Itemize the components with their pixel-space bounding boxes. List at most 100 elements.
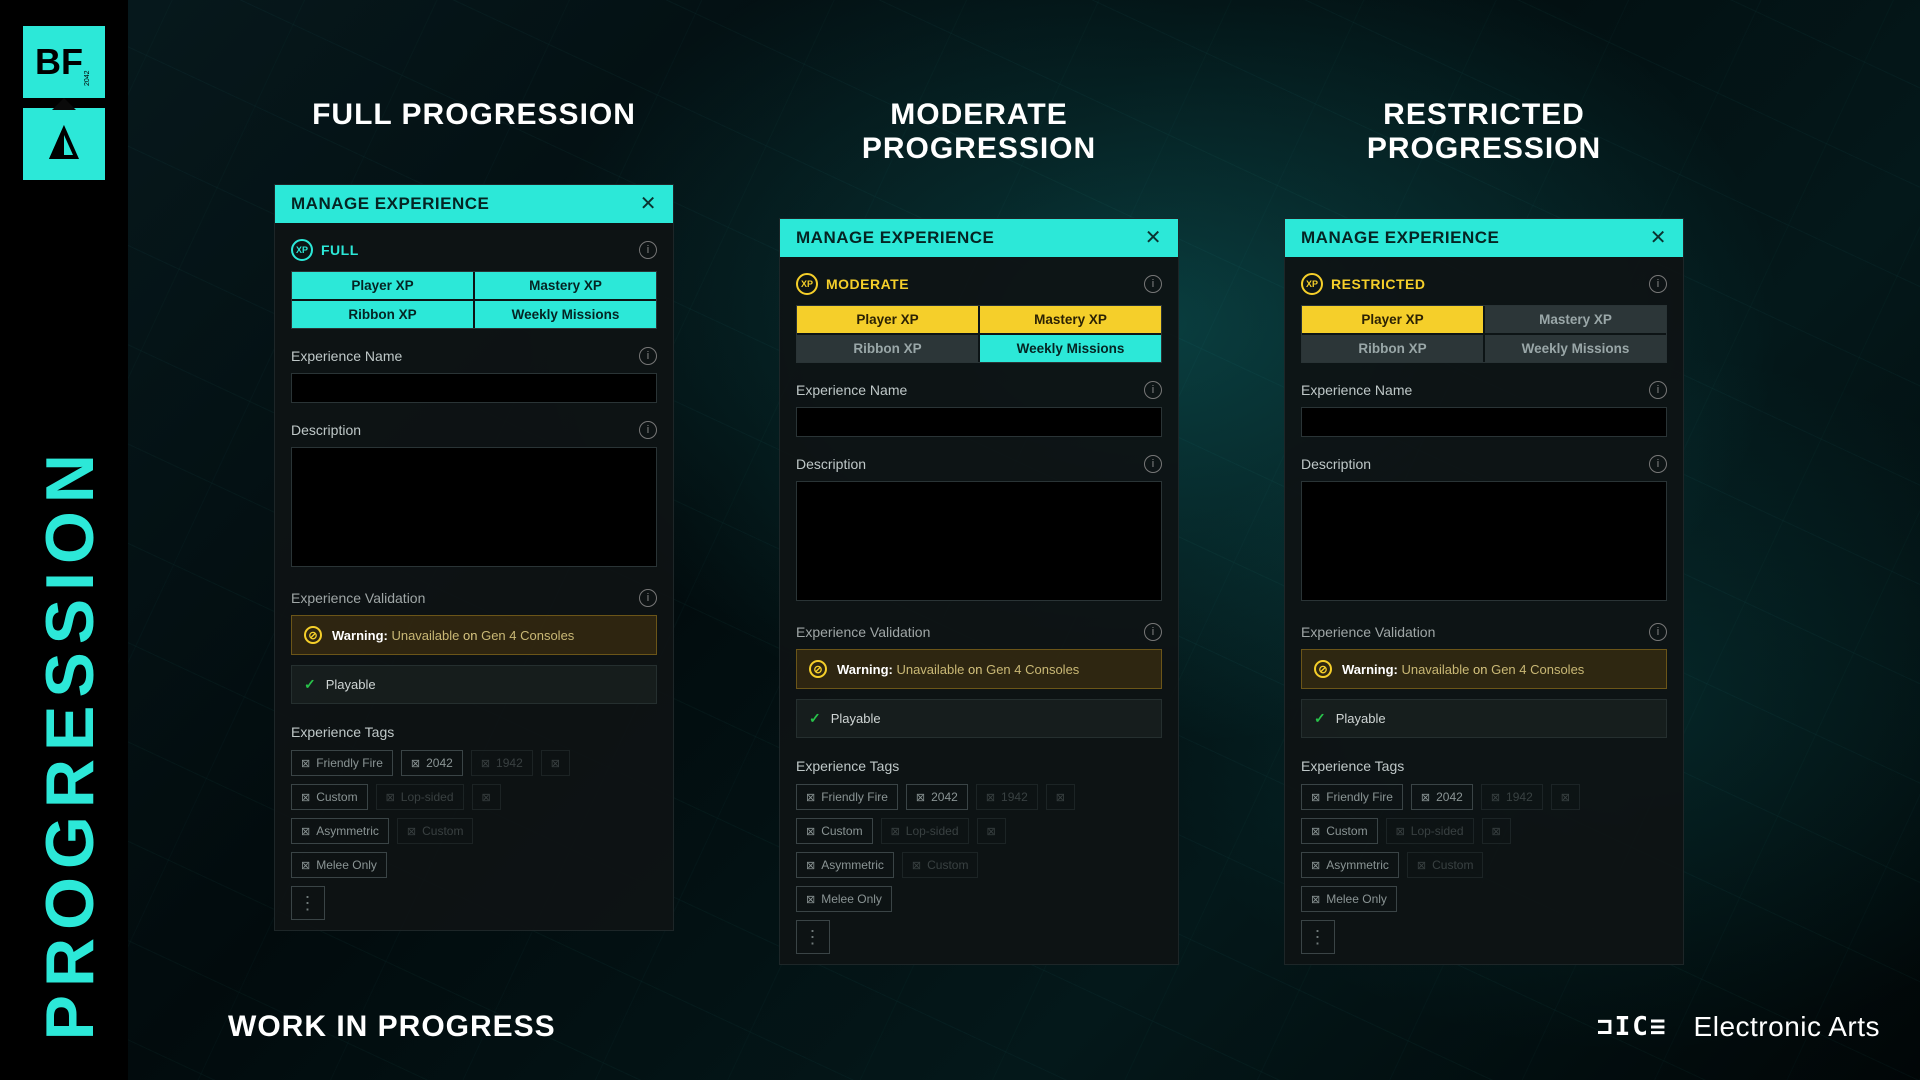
xp-chip[interactable]: Mastery XP — [475, 272, 656, 299]
xp-chip[interactable]: Weekly Missions — [475, 301, 656, 328]
tag-chip[interactable]: ⊠Custom — [796, 818, 873, 844]
tag-chip[interactable]: ⊠Custom — [291, 784, 368, 810]
tag-x-icon: ⊠ — [806, 825, 815, 838]
xp-chip[interactable]: Ribbon XP — [797, 335, 978, 362]
info-icon[interactable]: i — [639, 421, 657, 439]
tag-chip[interactable]: ⊠ — [541, 750, 570, 776]
xp-chip[interactable]: Ribbon XP — [292, 301, 473, 328]
tag-chip[interactable]: ⊠ — [1482, 818, 1511, 844]
xp-chip[interactable]: Weekly Missions — [980, 335, 1161, 362]
tag-chip[interactable]: ⊠ — [977, 818, 1006, 844]
more-button[interactable]: ⋮ — [291, 886, 325, 920]
experience-name-input[interactable] — [796, 407, 1162, 437]
xp-chip-grid: Player XPMastery XPRibbon XPWeekly Missi… — [291, 271, 657, 329]
close-icon[interactable]: ✕ — [640, 194, 657, 214]
xp-chip[interactable]: Weekly Missions — [1485, 335, 1666, 362]
tag-x-icon: ⊠ — [912, 859, 921, 872]
tag-x-icon: ⊠ — [986, 791, 995, 804]
tag-chip[interactable]: ⊠1942 — [471, 750, 533, 776]
info-icon[interactable]: i — [639, 589, 657, 607]
panel-header: MANAGE EXPERIENCE ✕ — [780, 219, 1178, 257]
xp-chip[interactable]: Player XP — [1302, 306, 1483, 333]
warning-text: Warning: Unavailable on Gen 4 Consoles — [837, 662, 1079, 677]
panel-header: MANAGE EXPERIENCE ✕ — [1285, 219, 1683, 257]
xp-chip[interactable]: Mastery XP — [980, 306, 1161, 333]
description-input[interactable] — [291, 447, 657, 567]
tag-x-icon: ⊠ — [1491, 791, 1500, 804]
tag-chip[interactable]: ⊠Custom — [902, 852, 979, 878]
info-icon[interactable]: i — [1649, 455, 1667, 473]
tag-chip[interactable]: ⊠Friendly Fire — [1301, 784, 1403, 810]
warning-icon: ⊘ — [809, 660, 827, 678]
column-title: FULL PROGRESSION — [274, 98, 674, 132]
experience-name-label: Experience Name — [1301, 382, 1412, 398]
bf-logo-badge: BF 2042 — [23, 26, 105, 98]
xp-mode-label: RESTRICTED — [1331, 276, 1425, 292]
playable-text: Playable — [831, 711, 881, 726]
playable-bar: ✓ Playable — [796, 699, 1162, 738]
xp-chip-grid: Player XPMastery XPRibbon XPWeekly Missi… — [1301, 305, 1667, 363]
progression-column: FULL PROGRESSION MANAGE EXPERIENCE ✕ XP … — [274, 98, 674, 965]
tag-chip[interactable]: ⊠Custom — [397, 818, 474, 844]
info-icon[interactable]: i — [639, 347, 657, 365]
description-input[interactable] — [796, 481, 1162, 601]
tag-chip[interactable]: ⊠Melee Only — [796, 886, 892, 912]
tag-x-icon: ⊠ — [806, 791, 815, 804]
tags-label: Experience Tags — [796, 758, 1162, 774]
xp-chip[interactable]: Player XP — [292, 272, 473, 299]
tag-x-icon: ⊠ — [891, 825, 900, 838]
tag-chip[interactable]: ⊠ — [1046, 784, 1075, 810]
check-icon: ✓ — [304, 676, 316, 693]
info-icon[interactable]: i — [1144, 623, 1162, 641]
xp-chip[interactable]: Ribbon XP — [1302, 335, 1483, 362]
info-icon[interactable]: i — [1649, 623, 1667, 641]
tag-x-icon: ⊠ — [806, 893, 815, 906]
panel-title: MANAGE EXPERIENCE — [1301, 228, 1499, 248]
tag-chip[interactable]: ⊠Lop-sided — [1386, 818, 1474, 844]
progression-column: MODERATE PROGRESSION MANAGE EXPERIENCE ✕… — [779, 98, 1179, 965]
tag-chip[interactable]: ⊠Lop-sided — [881, 818, 969, 844]
tag-x-icon: ⊠ — [1311, 825, 1320, 838]
tag-x-icon: ⊠ — [916, 791, 925, 804]
experience-name-input[interactable] — [291, 373, 657, 403]
tag-chip[interactable]: ⊠Custom — [1301, 818, 1378, 844]
xp-chip[interactable]: Mastery XP — [1485, 306, 1666, 333]
tag-chip[interactable]: ⊠Friendly Fire — [796, 784, 898, 810]
tag-chip[interactable]: ⊠Melee Only — [291, 852, 387, 878]
warning-bar: ⊘ Warning: Unavailable on Gen 4 Consoles — [796, 649, 1162, 689]
more-button[interactable]: ⋮ — [796, 920, 830, 954]
info-icon[interactable]: i — [1649, 275, 1667, 293]
tag-x-icon: ⊠ — [987, 825, 996, 838]
xp-badge-icon: XP — [796, 273, 818, 295]
close-icon[interactable]: ✕ — [1650, 228, 1667, 248]
tag-chip[interactable]: ⊠Asymmetric — [291, 818, 389, 844]
experience-name-input[interactable] — [1301, 407, 1667, 437]
more-button[interactable]: ⋮ — [1301, 920, 1335, 954]
tag-x-icon: ⊠ — [1311, 859, 1320, 872]
info-icon[interactable]: i — [1649, 381, 1667, 399]
info-icon[interactable]: i — [1144, 381, 1162, 399]
tag-chip[interactable]: ⊠1942 — [976, 784, 1038, 810]
tag-x-icon: ⊠ — [301, 757, 310, 770]
warning-text: Warning: Unavailable on Gen 4 Consoles — [1342, 662, 1584, 677]
warning-bar: ⊘ Warning: Unavailable on Gen 4 Consoles — [1301, 649, 1667, 689]
tag-chip[interactable]: ⊠1942 — [1481, 784, 1543, 810]
tag-chip[interactable]: ⊠Friendly Fire — [291, 750, 393, 776]
tag-chip[interactable]: ⊠Asymmetric — [796, 852, 894, 878]
tag-chip[interactable]: ⊠2042 — [906, 784, 968, 810]
info-icon[interactable]: i — [1144, 455, 1162, 473]
xp-badge-icon: XP — [1301, 273, 1323, 295]
tag-chip[interactable]: ⊠ — [472, 784, 501, 810]
tag-chip[interactable]: ⊠2042 — [401, 750, 463, 776]
info-icon[interactable]: i — [639, 241, 657, 259]
tag-chip[interactable]: ⊠Custom — [1407, 852, 1484, 878]
tag-chip[interactable]: ⊠Asymmetric — [1301, 852, 1399, 878]
tag-chip[interactable]: ⊠Melee Only — [1301, 886, 1397, 912]
tag-chip[interactable]: ⊠2042 — [1411, 784, 1473, 810]
description-input[interactable] — [1301, 481, 1667, 601]
info-icon[interactable]: i — [1144, 275, 1162, 293]
tag-chip[interactable]: ⊠Lop-sided — [376, 784, 464, 810]
close-icon[interactable]: ✕ — [1145, 228, 1162, 248]
xp-chip[interactable]: Player XP — [797, 306, 978, 333]
tag-chip[interactable]: ⊠ — [1551, 784, 1580, 810]
